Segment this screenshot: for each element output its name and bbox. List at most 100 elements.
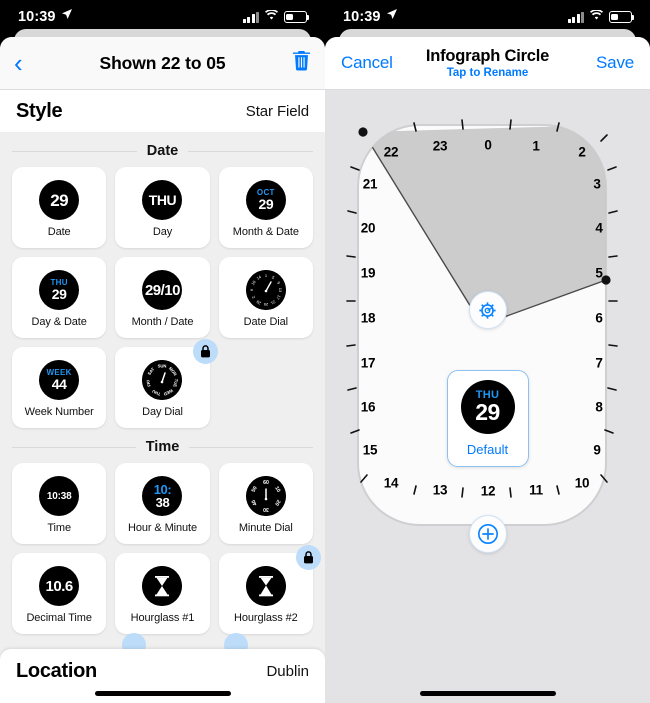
wifi-icon: [589, 8, 604, 26]
preview-text: 29: [258, 196, 274, 213]
tile-caption: Day Dial: [142, 406, 183, 419]
settings-button[interactable]: [468, 291, 507, 329]
location-arrow-icon: [61, 7, 73, 25]
add-complication-button[interactable]: [468, 515, 507, 553]
dual-screenshot: 10:39 ‹ Shown 22 to 05 Style Star Field …: [0, 0, 650, 703]
complication-preview: WEEK 44: [39, 360, 80, 401]
hour-label-14: 14: [383, 475, 399, 491]
tile-week-number[interactable]: WEEK 44 Week Number: [12, 347, 107, 428]
tile-hourglass-2[interactable]: Hourglass #2: [218, 545, 321, 634]
section-header-date: Date: [12, 143, 313, 159]
tile-month-slash-date[interactable]: 29/10 Month / Date: [115, 257, 210, 338]
hour-label-13: 13: [432, 482, 448, 498]
style-row[interactable]: Style Star Field: [0, 90, 325, 132]
tile-caption: Decimal Time: [26, 612, 92, 625]
time-tile-grid: 10:38 Time 10: 38 Hour & Minute 60 10 20…: [0, 459, 325, 634]
watch-dial[interactable]: 22 23 0 1 2 3 4 5 6 7 8 9 10 11 12 13 14: [325, 90, 650, 703]
tile-caption: Day: [152, 226, 173, 239]
tile-day[interactable]: THU Day: [115, 167, 210, 248]
hour-label-11: 11: [529, 482, 543, 498]
home-indicator: [419, 691, 556, 696]
tile-caption: Month / Date: [131, 316, 194, 329]
complication-preview: THU 29: [39, 270, 80, 311]
left-status-bar: 10:39: [0, 0, 325, 34]
tile-caption: Hourglass #2: [234, 612, 298, 625]
tile-caption: Time: [47, 522, 71, 535]
status-time: 10:39: [343, 9, 381, 25]
preview-text: 29: [51, 286, 67, 303]
section-title: Time: [145, 439, 180, 455]
left-sheet: ‹ Shown 22 to 05 Style Star Field Date 2…: [0, 37, 325, 703]
hour-label-3: 3: [593, 176, 601, 192]
tile-date[interactable]: 29 Date: [12, 167, 107, 248]
complication-preview: [245, 566, 286, 607]
location-arrow-icon: [386, 7, 398, 25]
style-value: Star Field: [245, 102, 309, 120]
preview-top: 10:: [153, 481, 172, 497]
complication-preview: THU: [142, 180, 183, 221]
gear-icon: [479, 301, 496, 319]
tile-caption: Date Dial: [243, 316, 288, 329]
right-phone-screen: 10:39 Cancel Infograph Circle Tap to Ren…: [325, 0, 650, 703]
tile-hourglass-1[interactable]: Hourglass #1: [115, 553, 210, 634]
home-indicator: [94, 691, 231, 696]
hour-label-20: 20: [360, 220, 376, 236]
handle-end: [601, 275, 611, 285]
tile-caption: Week Number: [24, 406, 94, 419]
status-time: 10:39: [18, 9, 56, 25]
trash-icon[interactable]: [292, 50, 311, 76]
hour-label-9: 9: [593, 442, 601, 458]
day-dial-icon: SUN MON TUE WED THU FRI SAT: [142, 360, 183, 401]
chevron-left-icon[interactable]: ‹: [14, 50, 38, 76]
complication-preview: 1 5 9 13 17 21 25 29 2 6 10 14: [245, 270, 286, 311]
minute-dial-icon: 60 10 20 30 40 50: [245, 476, 286, 517]
save-button[interactable]: Save: [596, 53, 634, 73]
tile-decimal-time[interactable]: 10.6 Decimal Time: [12, 553, 107, 634]
battery-icon: [609, 11, 635, 23]
complication-list[interactable]: Date 29 Date THU Day OCT 29 Month & Date…: [0, 132, 325, 662]
hour-label-21: 21: [362, 176, 378, 192]
tile-day-dial[interactable]: SUN MON TUE WED THU FRI SAT Day Dial: [115, 339, 218, 428]
status-indicators: [242, 8, 310, 26]
section-title: Date: [146, 143, 179, 159]
right-nav-bar: Cancel Infograph Circle Tap to Rename Sa…: [325, 37, 650, 90]
left-phone-screen: 10:39 ‹ Shown 22 to 05 Style Star Field …: [0, 0, 325, 703]
hour-label-5: 5: [595, 265, 603, 281]
hour-label-8: 8: [595, 399, 603, 415]
tile-day-and-date[interactable]: THU 29 Day & Date: [12, 257, 107, 338]
grid-empty-slot: [219, 347, 313, 428]
lock-icon: [296, 545, 321, 570]
tile-hour-and-minute[interactable]: 10: 38 Hour & Minute: [115, 463, 210, 544]
tile-month-and-date[interactable]: OCT 29 Month & Date: [218, 167, 313, 248]
divider: [12, 446, 136, 448]
tile-caption: Hourglass #1: [130, 612, 195, 625]
tile-minute-dial[interactable]: 60 10 20 30 40 50 Minute Dial: [218, 463, 313, 544]
style-label: Style: [16, 99, 63, 122]
complication-preview: 10:38: [39, 476, 80, 517]
battery-icon: [284, 11, 310, 23]
complication-preview: 29: [39, 180, 80, 221]
right-status-bar: 10:39: [325, 0, 650, 34]
left-nav-bar: ‹ Shown 22 to 05: [0, 37, 325, 90]
hour-label-22: 22: [383, 144, 399, 160]
svg-text:60: 60: [263, 480, 269, 486]
tile-date-dial[interactable]: 1 5 9 13 17 21 25 29 2 6 10 14 Date Dial: [218, 257, 313, 338]
center-complication[interactable]: THU 29 Default: [446, 370, 529, 467]
hour-label-17: 17: [360, 355, 376, 371]
complication-preview: THU 29: [460, 380, 515, 434]
hour-label-7: 7: [595, 355, 603, 371]
page-title: Shown 22 to 05: [99, 52, 226, 73]
tile-caption: Day & Date: [31, 316, 87, 329]
complication-preview: 10.6: [39, 566, 80, 607]
hour-label-0: 0: [484, 137, 492, 153]
divider: [189, 446, 313, 448]
svg-text:SUN: SUN: [158, 364, 167, 369]
preview-text: 44: [51, 376, 67, 393]
complication-preview: 60 10 20 30 40 50: [245, 476, 286, 517]
preview-text: 10:38: [46, 490, 72, 502]
svg-text:25: 25: [263, 302, 268, 307]
tile-caption: Date: [47, 226, 71, 239]
cancel-button[interactable]: Cancel: [341, 53, 393, 73]
cellular-icon: [242, 11, 259, 23]
tile-time[interactable]: 10:38 Time: [12, 463, 107, 544]
